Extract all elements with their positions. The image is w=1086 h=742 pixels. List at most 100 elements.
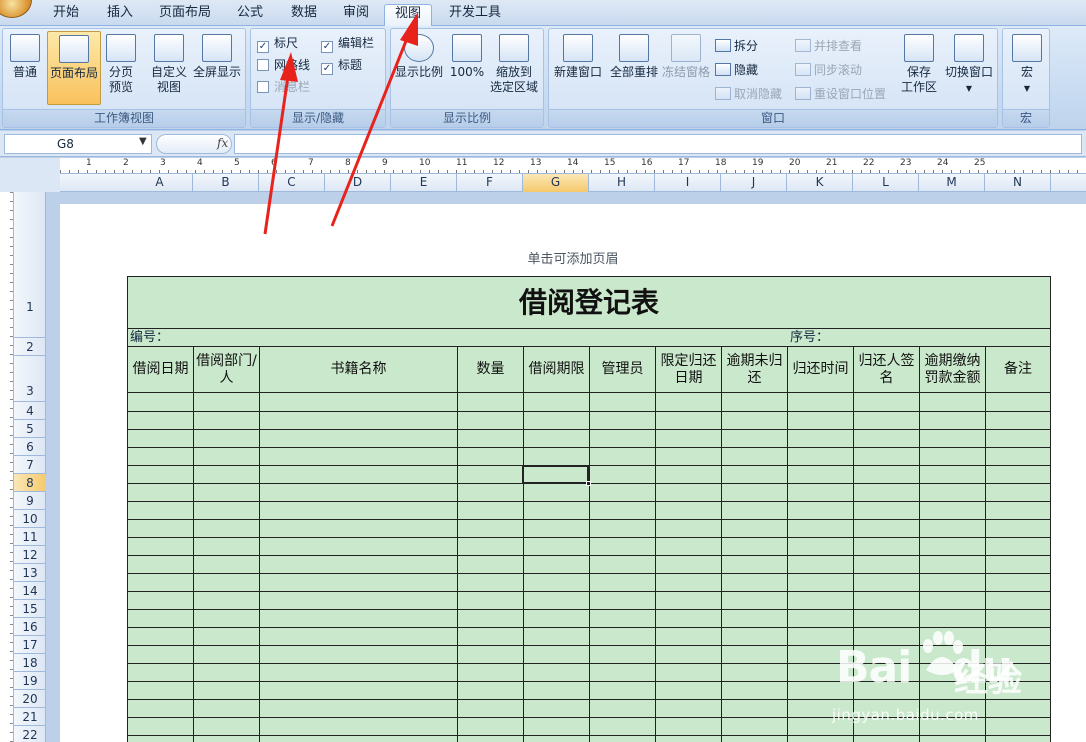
row-header-6[interactable]: 6: [14, 438, 46, 456]
select-all-corner[interactable]: [0, 158, 60, 192]
tab-view[interactable]: 视图: [384, 4, 432, 27]
column-header-e[interactable]: E: [391, 174, 457, 192]
new-window-button[interactable]: 新建窗口: [551, 31, 605, 105]
column-header-n[interactable]: N: [985, 174, 1051, 192]
row-header-20[interactable]: 20: [14, 690, 46, 708]
full-screen-button[interactable]: 全屏显示: [191, 31, 243, 105]
sync-scroll-button[interactable]: 同步滚动: [795, 61, 862, 81]
ruler-number: 14: [567, 158, 579, 168]
row-header-8[interactable]: 8: [14, 474, 46, 492]
selected-cell[interactable]: [522, 465, 589, 484]
macros-button[interactable]: 宏 ▼: [1007, 31, 1047, 105]
header-cell[interactable]: 书籍名称: [260, 347, 458, 393]
name-box[interactable]: G8: [4, 134, 152, 154]
row-header-19[interactable]: 19: [14, 672, 46, 690]
zoom-100-button[interactable]: 100%: [449, 31, 485, 105]
serial-label[interactable]: 序号：: [790, 329, 829, 347]
tab-page-layout[interactable]: 页面布局: [152, 4, 218, 26]
side-by-side-button[interactable]: 并排查看: [795, 37, 862, 57]
gridlines-label: 网格线: [274, 58, 311, 72]
zoom-selection-icon: [499, 34, 529, 62]
sheet-title[interactable]: 借阅登记表: [128, 277, 1050, 329]
column-header-b[interactable]: B: [193, 174, 259, 192]
number-label[interactable]: 编号：: [130, 329, 169, 347]
tab-formulas[interactable]: 公式: [228, 4, 272, 26]
switch-windows-button[interactable]: 切换窗口 ▼: [943, 31, 995, 105]
gridlines-checkbox[interactable]: 网格线: [257, 57, 310, 75]
column-header-g[interactable]: G: [523, 174, 589, 192]
zoom-to-selection-button[interactable]: 缩放到 选定区域: [487, 31, 541, 105]
column-header-l[interactable]: L: [853, 174, 919, 192]
save-workspace-button[interactable]: 保存 工作区: [895, 31, 943, 105]
row-header-9[interactable]: 9: [14, 492, 46, 510]
header-cell[interactable]: 归还人签名: [854, 347, 920, 393]
row-headers: 1 2 3 4 5 6 7 8 9 10 11 12 13 14 15 16 17 18 19 20 21 22: [14, 192, 46, 742]
row-header-4[interactable]: 4: [14, 402, 46, 420]
chevron-down-icon[interactable]: ▼: [139, 136, 147, 147]
page-break-preview-button[interactable]: 分页 预览: [103, 31, 139, 105]
column-header-d[interactable]: D: [325, 174, 391, 192]
custom-views-button[interactable]: 自定义 视图: [149, 31, 189, 105]
office-button[interactable]: [0, 0, 32, 18]
headings-checkbox[interactable]: ✓ 标题: [321, 57, 362, 75]
header-cell[interactable]: 借阅期限: [524, 347, 590, 393]
reset-window-position-button[interactable]: 重设窗口位置: [795, 85, 886, 105]
zoom-button[interactable]: 显示比例: [393, 31, 445, 105]
row-header-7[interactable]: 7: [14, 456, 46, 474]
column-header-m[interactable]: M: [919, 174, 985, 192]
header-cell[interactable]: 限定归还日期: [656, 347, 722, 393]
row-header-22[interactable]: 22: [14, 726, 46, 742]
hide-window-button[interactable]: 隐藏: [715, 61, 758, 81]
row-header-1[interactable]: 1: [14, 276, 46, 338]
header-cell[interactable]: 逾期未归还: [722, 347, 788, 393]
header-cell[interactable]: 数量: [458, 347, 524, 393]
header-cell[interactable]: 备注: [986, 347, 1050, 393]
page-layout-view-button[interactable]: 页面布局: [47, 31, 101, 105]
tab-data[interactable]: 数据: [282, 4, 326, 26]
row-header-5[interactable]: 5: [14, 420, 46, 438]
column-header-i[interactable]: I: [655, 174, 721, 192]
row-header-16[interactable]: 16: [14, 618, 46, 636]
row-header-11[interactable]: 11: [14, 528, 46, 546]
row-header-21[interactable]: 21: [14, 708, 46, 726]
column-header-c[interactable]: C: [259, 174, 325, 192]
header-cell[interactable]: 逾期缴纳罚款金额: [920, 347, 986, 393]
ruler-checkbox[interactable]: ✓ 标尺: [257, 35, 298, 53]
normal-view-button[interactable]: 普通: [5, 31, 45, 105]
header-cell[interactable]: 管理员: [590, 347, 656, 393]
macros-group-label: 宏: [1003, 109, 1049, 127]
row-header-15[interactable]: 15: [14, 600, 46, 618]
insert-function-area[interactable]: fx: [156, 134, 232, 154]
header-cell[interactable]: 归还时间: [788, 347, 854, 393]
header-cell[interactable]: 借阅部门/人: [194, 347, 260, 393]
split-button[interactable]: 拆分: [715, 37, 758, 57]
column-header-f[interactable]: F: [457, 174, 523, 192]
formula-input[interactable]: [234, 134, 1082, 154]
row-header-18[interactable]: 18: [14, 654, 46, 672]
tab-home[interactable]: 开始: [44, 4, 88, 26]
tab-insert[interactable]: 插入: [98, 4, 142, 26]
row-header-10[interactable]: 10: [14, 510, 46, 528]
row-header-3[interactable]: 3: [14, 356, 46, 402]
row-header-2[interactable]: 2: [14, 338, 46, 356]
row-header-12[interactable]: 12: [14, 546, 46, 564]
page-layout-icon: [59, 35, 89, 63]
column-header-h[interactable]: H: [589, 174, 655, 192]
formula-bar-checkbox[interactable]: ✓ 编辑栏: [321, 35, 374, 53]
row-header-13[interactable]: 13: [14, 564, 46, 582]
fill-handle[interactable]: [586, 481, 591, 486]
page-header-placeholder[interactable]: 单击可添加页眉: [60, 248, 1086, 267]
column-header-k[interactable]: K: [787, 174, 853, 192]
row-header-17[interactable]: 17: [14, 636, 46, 654]
column-header-a[interactable]: A: [127, 174, 193, 192]
freeze-panes-button[interactable]: 冻结窗格: [661, 31, 711, 105]
row-header-14[interactable]: 14: [14, 582, 46, 600]
message-bar-checkbox[interactable]: 消息栏: [257, 79, 310, 97]
unhide-window-button[interactable]: 取消隐藏: [715, 85, 782, 105]
header-cell[interactable]: 借阅日期: [128, 347, 194, 393]
column-header-j[interactable]: J: [721, 174, 787, 192]
tab-review[interactable]: 审阅: [334, 4, 378, 26]
arrange-all-button[interactable]: 全部重排: [607, 31, 661, 105]
tab-developer[interactable]: 开发工具: [442, 4, 508, 26]
fx-icon[interactable]: fx: [217, 136, 228, 150]
